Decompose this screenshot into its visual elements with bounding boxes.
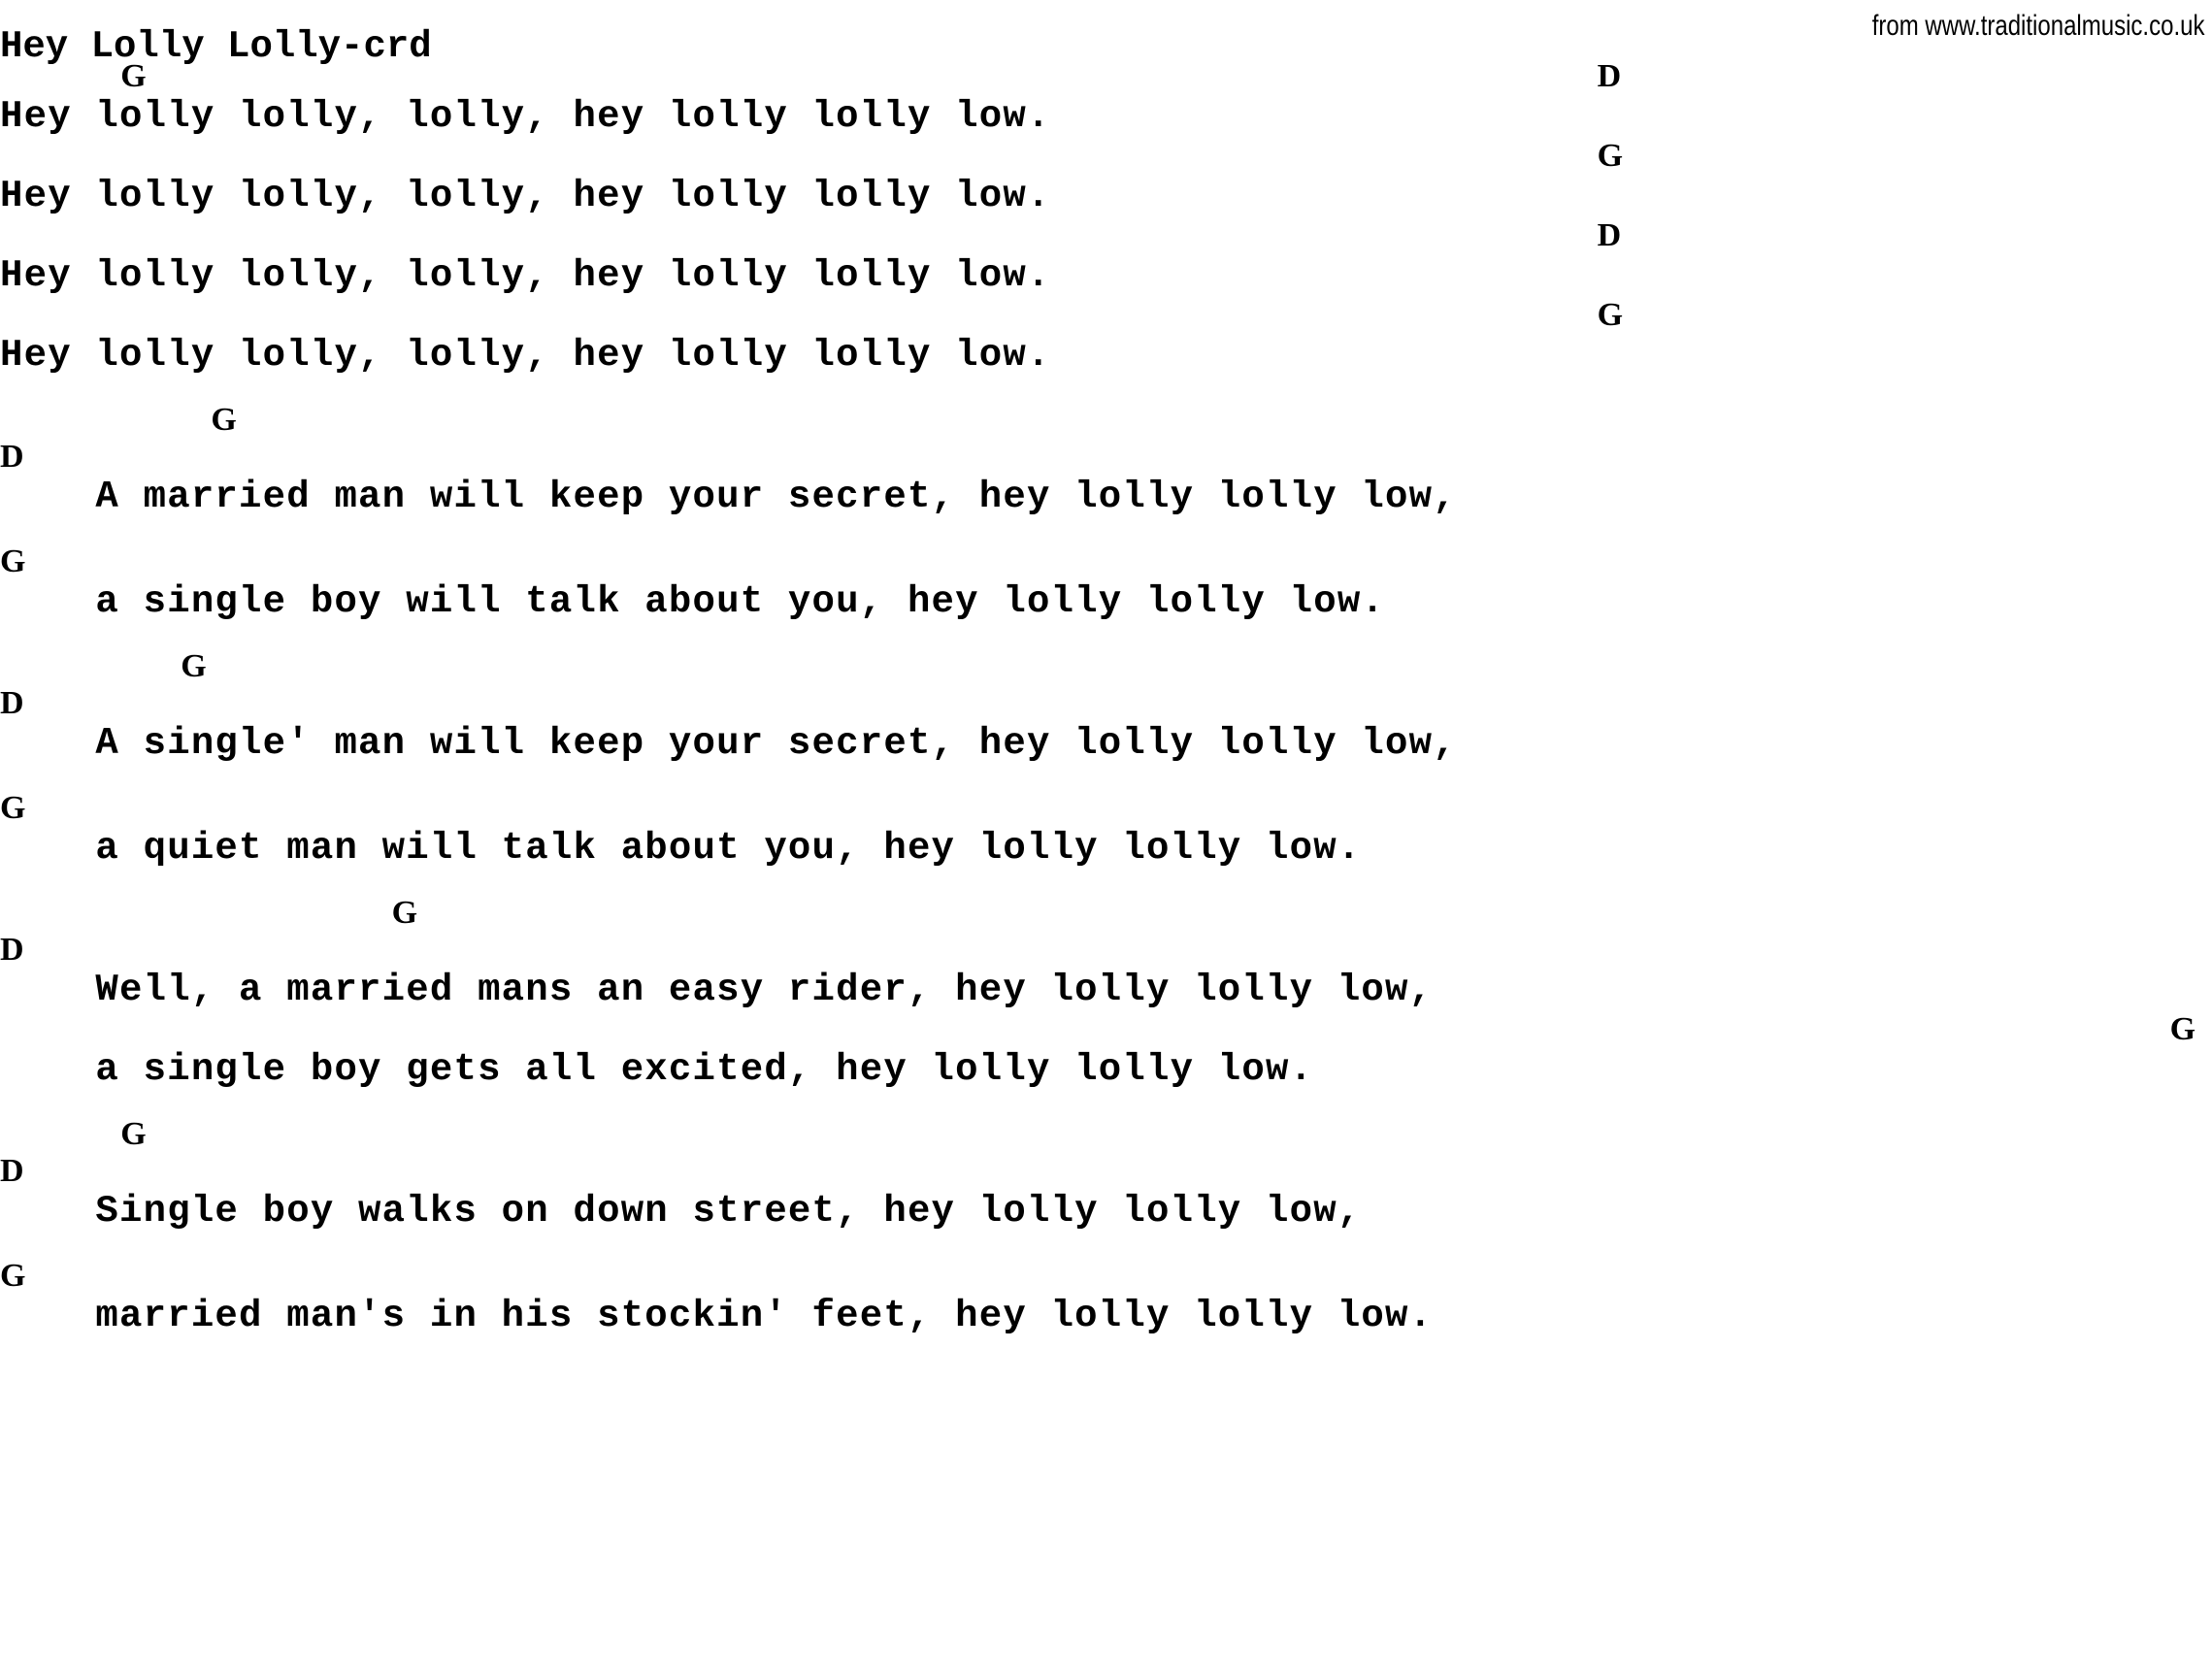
chord-label: D [0, 932, 25, 968]
chord-line: G [0, 648, 2212, 685]
lyric-line: Hey lolly lolly, lolly, hey lolly lolly … [0, 95, 1051, 138]
chord-line: G [0, 895, 2212, 932]
lyric-line: a quiet man will talk about you, hey lol… [0, 827, 1362, 870]
chord-label: D [0, 1153, 25, 1189]
chord-label: G [0, 543, 27, 579]
chord-line: D [0, 439, 2212, 476]
chord-line: G [0, 402, 2212, 439]
chord-label: G [120, 1116, 148, 1152]
chord-line: D [0, 685, 2212, 722]
chord-line: G [0, 1116, 2212, 1153]
chord-line: G [0, 297, 2212, 334]
lyric-line: Single boy walks on down street, hey lol… [0, 1190, 1362, 1233]
chord-line: G [0, 138, 2212, 175]
chord-line: G [0, 543, 2212, 580]
chord-label: G [1597, 297, 1625, 333]
lyric-line: Well, a married mans an easy rider, hey … [0, 969, 1434, 1011]
chord-line: G [0, 790, 2212, 827]
chord-label: D [0, 439, 25, 475]
chord-line: D [0, 1153, 2212, 1190]
chord-line: D [0, 932, 2212, 969]
chord-line: D [0, 217, 2212, 254]
lyric-line: Hey lolly lolly, lolly, hey lolly lolly … [0, 175, 1051, 217]
source-attribution: from www.traditionalmusic.co.uk [1871, 10, 2204, 42]
lyric-line: a single boy gets all excited, hey lolly… [0, 1048, 1314, 1091]
chord-label: D [0, 685, 25, 721]
lyric-line: Hey lolly lolly, lolly, hey lolly lolly … [0, 334, 1051, 377]
lyric-line: Hey lolly lolly, lolly, hey lolly lolly … [0, 254, 1051, 297]
chord-line: G [0, 1258, 2212, 1295]
chord-label: G [120, 58, 148, 94]
lyric-line: a single boy will talk about you, hey lo… [0, 580, 1386, 623]
chord-line: GD [0, 58, 2212, 95]
chord-label: D [1597, 58, 1623, 94]
chord-label: D [1597, 217, 1623, 253]
lyric-line: A married man will keep your secret, hey… [0, 476, 1457, 518]
chord-label: G [2169, 1011, 2197, 1047]
chord-label: G [181, 648, 208, 684]
chord-label: G [211, 402, 238, 438]
song-chord-sheet: G D Hey lolly lolly, lolly, hey lolly loll… [0, 58, 2212, 1337]
lyric-line: married man's in his stockin' feet, hey … [0, 1295, 1434, 1337]
chord-label: G [0, 1258, 27, 1294]
chord-line: G [0, 1011, 2212, 1048]
chord-label: G [391, 895, 419, 931]
lyric-line: A single' man will keep your secret, hey… [0, 722, 1457, 765]
chord-label: G [0, 790, 27, 826]
chord-label: G [1597, 138, 1625, 174]
